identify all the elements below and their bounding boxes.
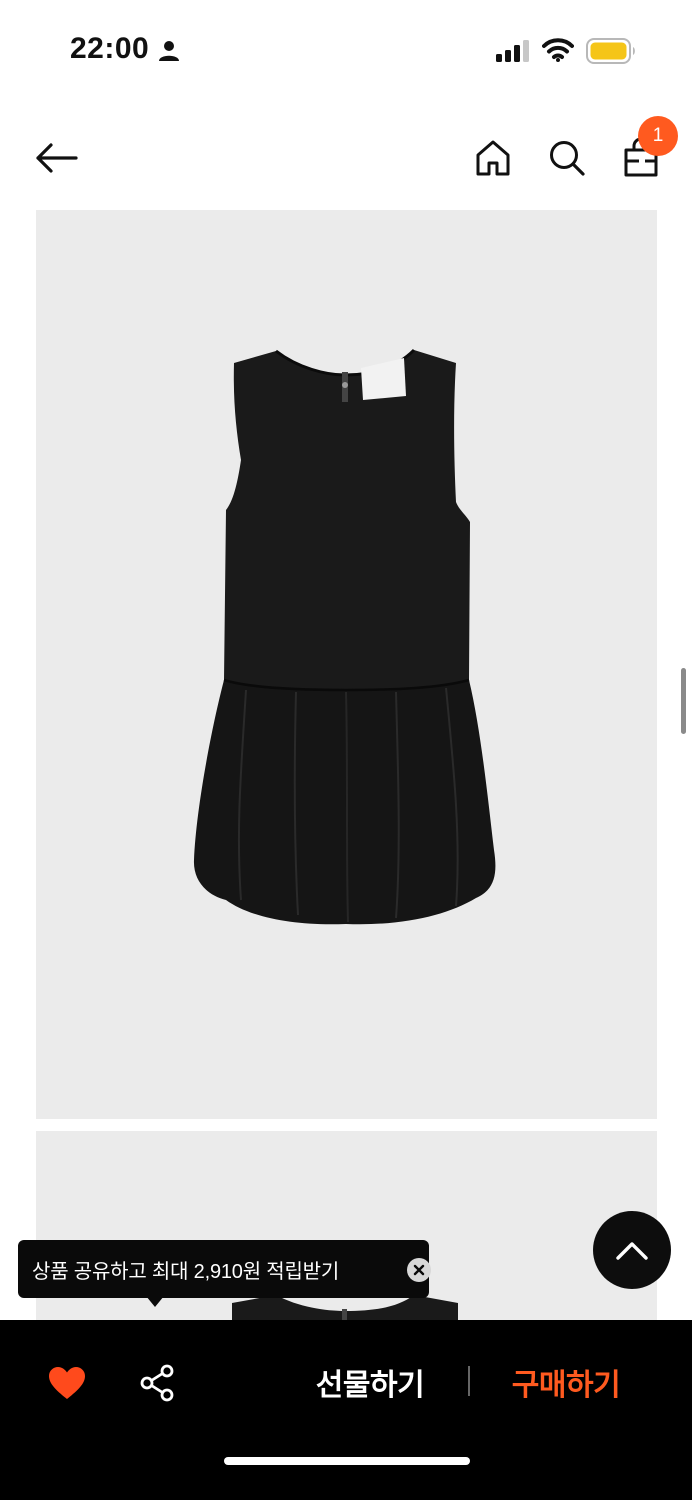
close-icon bbox=[413, 1264, 425, 1276]
buy-button[interactable]: 구매하기 bbox=[496, 1356, 636, 1408]
share-reward-text: 상품 공유하고 최대 2,910원 적립받기 bbox=[32, 1260, 340, 1283]
scroll-to-top-button[interactable] bbox=[593, 1211, 671, 1289]
tooltip-pointer bbox=[146, 1296, 164, 1307]
share-reward-tooltip[interactable]: 상품 공유하고 최대 2,910원 적립받기 bbox=[18, 1240, 431, 1298]
bottom-action-bar: 선물하기 구매하기 bbox=[0, 1320, 692, 1500]
search-button[interactable] bbox=[544, 132, 590, 184]
wifi-icon bbox=[542, 38, 574, 67]
like-button[interactable] bbox=[44, 1360, 90, 1406]
scroll-indicator[interactable] bbox=[681, 668, 686, 734]
person-icon bbox=[158, 40, 180, 67]
gift-button[interactable]: 선물하기 bbox=[300, 1356, 440, 1408]
dress-partial-image bbox=[232, 1295, 458, 1331]
search-icon bbox=[550, 141, 585, 176]
top-navigation bbox=[0, 110, 692, 206]
cart-count-badge: 1 bbox=[638, 116, 678, 156]
chevron-up-icon bbox=[616, 1242, 648, 1260]
battery-icon bbox=[586, 38, 636, 69]
status-time: 22:00 bbox=[70, 32, 150, 65]
status-bar: 22:00 bbox=[0, 0, 692, 100]
back-arrow-icon bbox=[36, 143, 78, 173]
product-image-second[interactable] bbox=[36, 1131, 657, 1331]
back-button[interactable] bbox=[30, 132, 82, 184]
tooltip-close-button[interactable] bbox=[407, 1258, 431, 1282]
product-image-main[interactable] bbox=[36, 210, 657, 1119]
signal-icon bbox=[496, 40, 530, 67]
bar-divider bbox=[468, 1366, 470, 1396]
dress-front-image bbox=[193, 348, 496, 925]
home-indicator[interactable] bbox=[224, 1457, 470, 1465]
share-button[interactable] bbox=[134, 1358, 180, 1408]
home-icon bbox=[476, 140, 510, 176]
home-button[interactable] bbox=[470, 132, 516, 184]
share-icon bbox=[140, 1364, 174, 1402]
heart-icon bbox=[49, 1367, 85, 1399]
